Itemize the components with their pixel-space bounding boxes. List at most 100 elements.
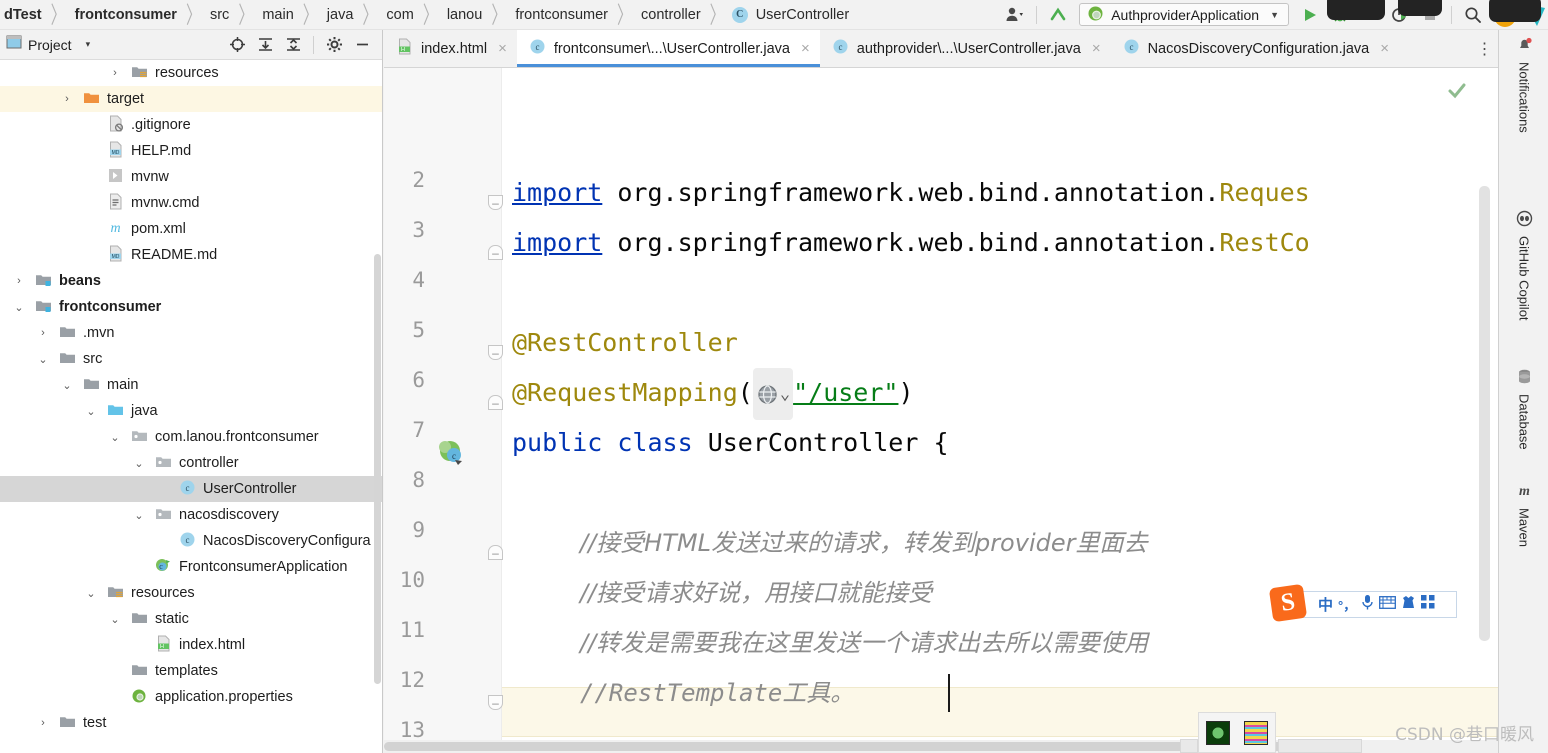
chevron-down-icon[interactable]: ⌄ — [126, 457, 152, 470]
spring-bean-icon[interactable]: c — [436, 438, 466, 473]
tree-node--mvn[interactable]: › .mvn — [0, 320, 382, 346]
chevron-down-icon[interactable]: ⌄ — [126, 509, 152, 522]
close-icon[interactable]: × — [498, 40, 507, 57]
project-tree-scrollbar[interactable] — [374, 254, 381, 684]
tree-node-templates[interactable]: templates — [0, 658, 382, 684]
chevron-right-icon[interactable]: › — [30, 327, 56, 339]
user-profile-icon[interactable] — [1000, 0, 1030, 30]
tree-node-mvnw[interactable]: mvnw — [0, 164, 382, 190]
breadcrumb-item-lanou[interactable]: lanou — [445, 7, 484, 23]
chevron-right-icon[interactable]: › — [6, 275, 32, 287]
breadcrumb-item-com[interactable]: com — [384, 7, 415, 23]
fold-marker-line13[interactable]: – — [488, 695, 503, 710]
tree-node-com-lanou-frontconsumer[interactable]: ⌄ com.lanou.frontconsumer — [0, 424, 382, 450]
chevron-down-icon[interactable]: ⌄ — [54, 379, 80, 392]
editor-gutter[interactable]: 23456789101112131415 — [384, 68, 502, 753]
soft-keyboard-icon[interactable] — [1379, 595, 1397, 614]
close-icon[interactable]: × — [1380, 40, 1389, 57]
breadcrumb-item-controller[interactable]: controller — [639, 7, 703, 23]
tree-node-frontconsumer[interactable]: ⌄ frontconsumer — [0, 294, 382, 320]
skin-icon[interactable] — [1401, 595, 1416, 614]
updates-arrow-icon[interactable] — [1043, 0, 1073, 30]
tree-node-nacosdiscoveryconfigura[interactable]: c NacosDiscoveryConfigura — [0, 528, 382, 554]
fold-marker-line10[interactable]: – — [488, 545, 503, 560]
editor-vertical-scrollbar[interactable] — [1479, 186, 1490, 641]
editor-tab-frontconsumer-usercontroller-java[interactable]: c frontconsumer\...\UserController.java × — [516, 30, 820, 67]
tree-node-mvnw-cmd[interactable]: mvnw.cmd — [0, 190, 382, 216]
chevron-right-icon[interactable]: › — [102, 67, 128, 79]
chevron-down-icon[interactable]: ⌄ — [78, 405, 104, 418]
chevron-down-icon[interactable]: ⌄ — [30, 353, 56, 366]
tabs-overflow-menu-icon[interactable]: ⋮ — [1472, 30, 1498, 67]
code-editor[interactable]: 23456789101112131415 – – – – – – c — [384, 68, 1498, 753]
breadcrumb-item-usercontroller[interactable]: C UserController — [731, 6, 851, 23]
chevron-right-icon[interactable]: › — [30, 717, 56, 729]
tree-node-resources[interactable]: ⌄ resources — [0, 580, 382, 606]
editor-tab-index-html[interactable]: Hindex.html × — [384, 30, 517, 67]
project-tree[interactable]: › resources › target .gitignore MD HELP.md mvnw… — [0, 60, 382, 753]
expand-all-icon[interactable] — [251, 32, 279, 58]
tree-node-main[interactable]: ⌄ main — [0, 372, 382, 398]
chevron-down-icon[interactable]: ▾ — [86, 39, 91, 50]
tree-node-resources[interactable]: › resources — [0, 60, 382, 86]
tree-node-target[interactable]: › target — [0, 86, 382, 112]
close-icon[interactable]: × — [1092, 40, 1101, 57]
system-tray[interactable] — [1198, 712, 1276, 753]
fold-marker-line6[interactable]: – — [488, 345, 503, 360]
chevron-down-icon[interactable]: ⌄ — [102, 613, 128, 626]
locate-icon[interactable] — [223, 32, 251, 58]
nvidia-tray-icon[interactable] — [1206, 720, 1230, 745]
fold-marker-line4[interactable]: – — [488, 245, 503, 260]
colorpicker-tray-icon[interactable] — [1244, 720, 1268, 745]
collapse-all-icon[interactable] — [279, 32, 307, 58]
microphone-icon[interactable] — [1361, 594, 1374, 616]
tree-node-help-md[interactable]: MD HELP.md — [0, 138, 382, 164]
breadcrumb-item-src[interactable]: src — [208, 7, 231, 23]
settings-gear-icon[interactable] — [320, 32, 348, 58]
tree-node-controller[interactable]: ⌄ controller — [0, 450, 382, 476]
editor-tab-authprovider-usercontroller-java[interactable]: c authprovider\...\UserController.java × — [820, 30, 1111, 67]
breadcrumb-item-dtest[interactable]: dTest — [2, 7, 44, 23]
tree-node--gitignore[interactable]: .gitignore — [0, 112, 382, 138]
tree-node-usercontroller[interactable]: c UserController — [0, 476, 382, 502]
chinese-mode-icon[interactable]: 中 — [1318, 594, 1333, 615]
tree-node-static[interactable]: ⌄ static — [0, 606, 382, 632]
close-icon[interactable]: × — [801, 40, 810, 57]
tree-node-application-properties[interactable]: application.properties — [0, 684, 382, 710]
inspection-status-icon[interactable] — [1446, 80, 1468, 107]
fold-marker-line3[interactable]: – — [488, 195, 503, 210]
chevron-down-icon[interactable]: ⌄ — [102, 431, 128, 444]
tool-window-notifications[interactable]: Notifications — [1499, 36, 1548, 133]
hide-panel-icon[interactable] — [348, 32, 376, 58]
sogou-logo-icon[interactable]: S — [1268, 583, 1308, 623]
tool-window-github-copilot[interactable]: GitHub Copilot — [1499, 210, 1548, 321]
tree-node-src[interactable]: ⌄ src — [0, 346, 382, 372]
breadcrumb-item-frontconsumer[interactable]: frontconsumer — [73, 7, 179, 23]
tree-node-pom-xml[interactable]: m pom.xml — [0, 216, 382, 242]
code-text[interactable]: import org.springframework.web.bind.anno… — [502, 68, 1498, 753]
tree-node-java[interactable]: ⌄ java — [0, 398, 382, 424]
tree-node-nacosdiscovery[interactable]: ⌄ nacosdiscovery — [0, 502, 382, 528]
chevron-down-icon[interactable]: ⌄ — [6, 301, 32, 314]
toolbox-icon[interactable] — [1421, 595, 1435, 614]
chevron-down-icon[interactable]: ▼ — [1270, 10, 1279, 20]
breadcrumb-item-main[interactable]: main — [260, 7, 295, 23]
breadcrumb-item-java[interactable]: java — [325, 7, 356, 23]
tree-node-frontconsumerapplication[interactable]: c FrontconsumerApplication — [0, 554, 382, 580]
punctuation-icon[interactable]: °， — [1338, 595, 1356, 614]
tree-node-index-html[interactable]: Hindex.html — [0, 632, 382, 658]
tree-node-beans[interactable]: › beans — [0, 268, 382, 294]
tool-window-database[interactable]: Database — [1499, 368, 1548, 450]
scrollbar-thumb[interactable] — [384, 742, 1304, 751]
fold-marker-line7[interactable]: – — [488, 395, 503, 410]
sogou-ime-toolbar[interactable]: 中 °， — [1297, 591, 1457, 618]
run-configuration-selector[interactable]: AuthproviderApplication ▼ — [1079, 3, 1289, 26]
web-globe-icon[interactable]: ⌄ — [752, 368, 794, 420]
tree-node-test[interactable]: › test — [0, 710, 382, 736]
chevron-down-icon[interactable]: ⌄ — [78, 587, 104, 600]
run-icon[interactable] — [1295, 0, 1325, 30]
search-icon[interactable] — [1458, 0, 1488, 30]
editor-tab-nacosdiscoveryconfiguration-java[interactable]: c NacosDiscoveryConfiguration.java × — [1111, 30, 1399, 67]
chevron-down-icon[interactable]: ⌄ — [780, 369, 790, 419]
tool-window-maven[interactable]: m Maven — [1499, 482, 1548, 547]
